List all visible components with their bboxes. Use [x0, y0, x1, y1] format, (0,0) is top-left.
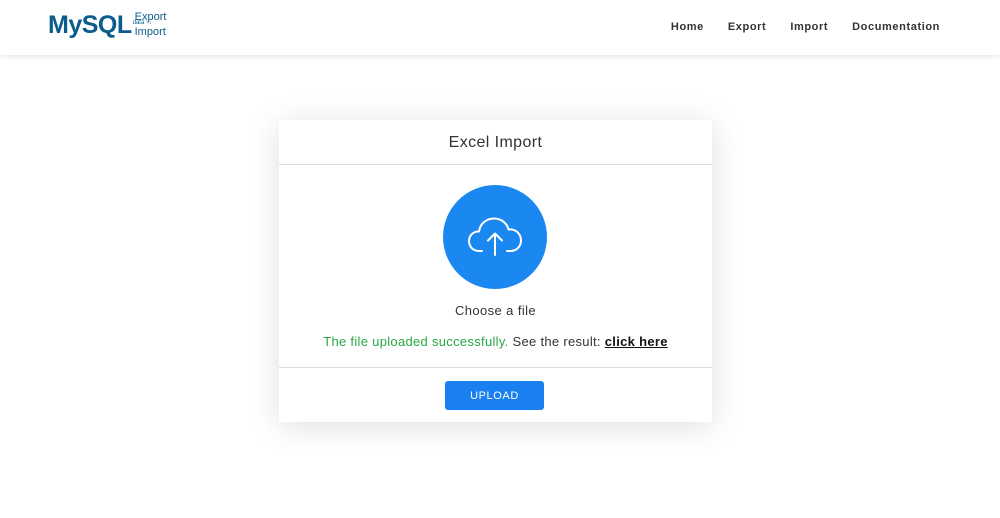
- import-card: Excel Import Choose a file The file uplo…: [279, 120, 712, 422]
- main-nav: Home Export Import Documentation: [647, 19, 940, 35]
- nav-home-link[interactable]: Home: [671, 19, 704, 35]
- nav-import-link[interactable]: Import: [790, 19, 828, 35]
- choose-file-label[interactable]: Choose a file: [279, 303, 712, 318]
- card-title: Excel Import: [279, 120, 712, 165]
- result-prefix-text: See the result:: [508, 334, 605, 349]
- nav-documentation-link[interactable]: Documentation: [852, 19, 940, 35]
- result-link[interactable]: click here: [605, 334, 668, 349]
- logo-import-text: Import: [134, 26, 166, 38]
- logo-mysql-text: MySQL: [48, 11, 132, 39]
- logo-side-text: Export data ↑↓ Import: [133, 9, 189, 41]
- nav-export-link[interactable]: Export: [728, 19, 766, 35]
- top-navbar: MySQL Export data ↑↓ Import Home Export …: [0, 0, 1000, 55]
- card-divider: [279, 367, 712, 368]
- file-picker-button[interactable]: [443, 185, 547, 289]
- cloud-upload-icon: [468, 217, 522, 256]
- upload-success-message: The file uploaded successfully.: [323, 334, 509, 349]
- upload-status: The file uploaded successfully. See the …: [279, 334, 712, 349]
- upload-button[interactable]: UPLOAD: [445, 381, 544, 410]
- site-logo[interactable]: MySQL Export data ↑↓ Import: [48, 9, 189, 43]
